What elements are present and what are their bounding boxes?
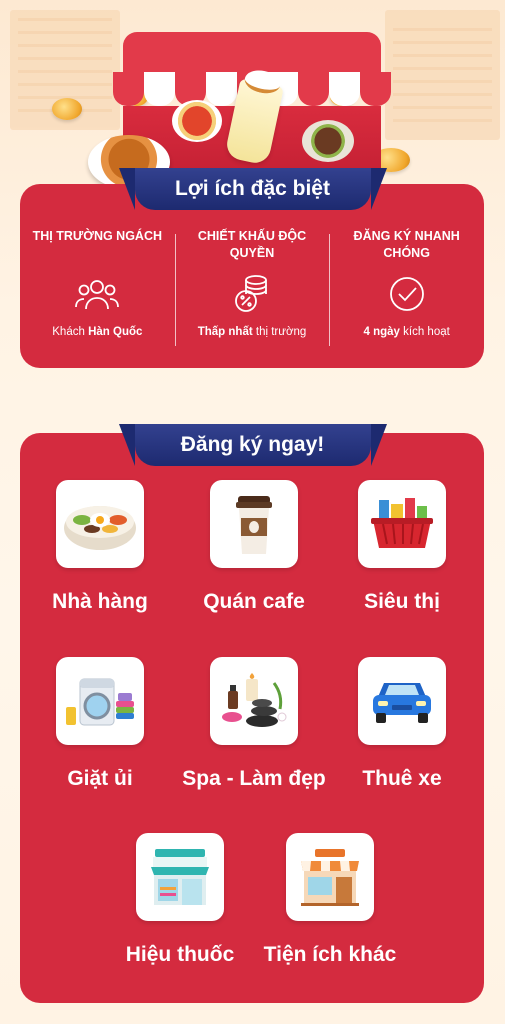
- category-label: Spa - Làm đẹp: [182, 767, 326, 790]
- category-pharmacy[interactable]: Hiệu thuốc: [100, 833, 260, 967]
- category-other-services[interactable]: Tiện ích khác: [250, 833, 410, 967]
- benefit-description: Khách Hàn Quốc: [52, 326, 143, 338]
- category-label: Giặt ủi: [67, 767, 133, 790]
- grocery-basket-icon: [358, 480, 446, 568]
- benefits-title: Lợi ích đặc biệt: [118, 168, 387, 210]
- bibimbap-icon: [56, 480, 144, 568]
- benefit-description: Thấp nhất thị trường: [197, 326, 307, 338]
- category-label: Tiện ích khác: [263, 943, 397, 966]
- users-icon: [75, 274, 120, 314]
- category-label: Quán cafe: [203, 590, 305, 613]
- category-label: Thuê xe: [362, 767, 442, 790]
- check-circle-icon: [385, 274, 429, 314]
- category-laundry[interactable]: Giặt ủi: [20, 657, 180, 791]
- car-icon: [358, 657, 446, 745]
- spa-stones-icon: [210, 657, 298, 745]
- category-cafe[interactable]: Quán cafe: [174, 480, 334, 614]
- benefit-title: THỊ TRƯỜNG NGÁCH: [32, 229, 162, 243]
- category-supermarket[interactable]: Siêu thị: [322, 480, 482, 614]
- register-title: Đăng ký ngay!: [118, 424, 387, 466]
- washing-machine-icon: [56, 657, 144, 745]
- category-restaurant[interactable]: Nhà hàng: [20, 480, 180, 614]
- category-label: Nhà hàng: [52, 590, 148, 613]
- category-car-rental[interactable]: Thuê xe: [322, 657, 482, 791]
- discount-coins-icon: [230, 274, 274, 314]
- category-label: Siêu thị: [364, 590, 440, 613]
- pharmacy-store-icon: [136, 833, 224, 921]
- benefit-exclusive-discount: CHIẾT KHẤU ĐỘC QUYỀN Thấp nhất thị trườn…: [174, 228, 330, 348]
- benefit-title: ĐĂNG KÝ NHANH CHÓNG: [353, 229, 460, 260]
- coffee-cup-icon: [210, 480, 298, 568]
- benefit-description: 4 ngày kích hoạt: [363, 326, 450, 338]
- coin-icon: [52, 98, 82, 120]
- tteokbokki-icon: [172, 100, 222, 142]
- benefits-list: THỊ TRƯỜNG NGÁCH Khách Hàn Quốc CHIẾT KH…: [20, 228, 484, 348]
- store-icon: [286, 833, 374, 921]
- benefit-title: CHIẾT KHẤU ĐỘC QUYỀN: [197, 229, 307, 260]
- category-label: Hiệu thuốc: [125, 943, 235, 966]
- noodle-bowl-icon: [302, 120, 354, 162]
- benefit-fast-registration: ĐĂNG KÝ NHANH CHÓNG 4 ngày kích hoạt: [329, 228, 484, 348]
- benefit-niche-market: THỊ TRƯỜNG NGÁCH Khách Hàn Quốc: [20, 228, 175, 348]
- category-spa[interactable]: Spa - Làm đẹp: [174, 657, 334, 791]
- background-building-right: [385, 10, 500, 140]
